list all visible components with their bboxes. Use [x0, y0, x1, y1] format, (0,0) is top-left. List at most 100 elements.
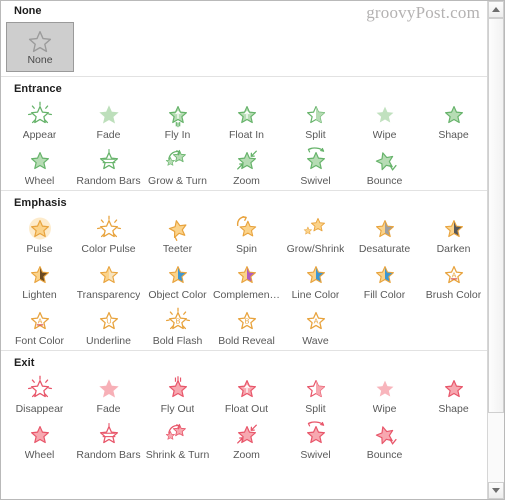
animation-item-underline[interactable]: U Underline	[74, 304, 143, 350]
animation-item-teeter[interactable]: Teeter	[143, 212, 212, 258]
animation-row: A Font Color U Underline B Bold Flash B Bold Re…	[1, 304, 488, 350]
animation-item-label: Zoom	[233, 449, 260, 461]
animation-item-random-bars[interactable]: Random Bars	[74, 418, 143, 464]
star-outline-icon	[437, 100, 471, 128]
animation-item-object-color[interactable]: Object Color	[143, 258, 212, 304]
star-split-icon	[299, 100, 333, 128]
animation-item-wheel[interactable]: Wheel	[5, 144, 74, 190]
animation-item-shape[interactable]: Shape	[419, 372, 488, 418]
star-wheel-icon	[23, 420, 57, 448]
scrollbar-track[interactable]	[488, 18, 504, 482]
star-letter-a-underline-icon: A	[437, 260, 471, 288]
animation-item-swivel[interactable]: Swivel	[281, 418, 350, 464]
star-letter-a-underline-icon: A	[23, 306, 57, 334]
animation-item-darken[interactable]: Darken	[419, 212, 488, 258]
star-glow-icon	[23, 214, 57, 242]
animation-item-appear[interactable]: Appear	[5, 98, 74, 144]
animation-item-label: Object Color	[148, 289, 207, 301]
animation-item-label: Fill Color	[363, 289, 406, 301]
scroll-down-arrow-icon	[492, 488, 500, 493]
none-button-label: None	[27, 53, 53, 66]
animation-item-label: Fade	[96, 403, 121, 415]
star-half-pale-icon	[92, 260, 126, 288]
gallery-scroll-pane[interactable]: groovyPost.com None None Entrance Appear F…	[1, 1, 488, 499]
animation-item-label: Shrink & Turn	[145, 449, 210, 461]
animation-item-color-pulse[interactable]: Color Pulse	[74, 212, 143, 258]
animation-item-shrink-turn[interactable]: Shrink & Turn	[143, 418, 212, 464]
star-swivel-icon	[299, 420, 333, 448]
animation-item-wipe[interactable]: Wipe	[350, 98, 419, 144]
animation-item-wheel[interactable]: Wheel	[5, 418, 74, 464]
star-wipe-icon	[368, 374, 402, 402]
animation-item-wave[interactable]: A Wave	[281, 304, 350, 350]
star-swivel-icon	[299, 146, 333, 174]
star-letter-a-icon: A	[299, 306, 333, 334]
animation-item-desaturate[interactable]: Desaturate	[350, 212, 419, 258]
animation-sections: Entrance Appear Fade Fly In Float In Split Wip…	[1, 77, 488, 464]
animation-item-label: Bounce	[366, 449, 403, 461]
scrollbar-thumb[interactable]	[488, 18, 504, 413]
animation-item-float-out[interactable]: Float Out	[212, 372, 281, 418]
star-half-lineblue-icon	[299, 260, 333, 288]
animation-item-bold-flash[interactable]: B Bold Flash	[143, 304, 212, 350]
animation-row: Pulse Color Pulse Teeter Spin Grow/Shrink Des…	[1, 212, 488, 258]
animation-item-split[interactable]: Split	[281, 98, 350, 144]
star-bounce-icon	[368, 420, 402, 448]
animation-item-split[interactable]: Split	[281, 372, 350, 418]
animation-item-zoom[interactable]: Zoom	[212, 144, 281, 190]
animation-item-font-color[interactable]: A Font Color	[5, 304, 74, 350]
star-wheel-icon	[23, 146, 57, 174]
scroll-down-button[interactable]	[488, 482, 504, 499]
animation-item-spin[interactable]: Spin	[212, 212, 281, 258]
animation-item-brush-color[interactable]: A Brush Color	[419, 258, 488, 304]
animation-item-bounce[interactable]: Bounce	[350, 418, 419, 464]
star-teeter-icon	[161, 214, 195, 242]
animation-item-label: Swivel	[300, 175, 331, 187]
animation-item-label: Line Color	[291, 289, 340, 301]
animation-item-wipe[interactable]: Wipe	[350, 372, 419, 418]
animation-item-label: Shape	[438, 129, 469, 141]
animation-item-transparency[interactable]: Transparency	[74, 258, 143, 304]
star-letter-u-icon: U	[92, 306, 126, 334]
animation-item-lighten[interactable]: Lighten	[5, 258, 74, 304]
animation-item-label: Lighten	[22, 289, 57, 301]
animation-item-bounce[interactable]: Bounce	[350, 144, 419, 190]
star-wipe-icon	[368, 100, 402, 128]
animation-item-label: Desaturate	[358, 243, 411, 255]
star-arrow-up-trail-icon	[161, 100, 195, 128]
animation-item-float-in[interactable]: Float In	[212, 98, 281, 144]
section-title-emphasis: Emphasis	[14, 197, 67, 209]
none-animation-button[interactable]: None	[6, 22, 74, 72]
animation-row: Lighten Transparency Object Color Complemen…	[1, 258, 488, 304]
animation-item-label: Fade	[96, 129, 121, 141]
animation-item-complemen[interactable]: Complemen…	[212, 258, 281, 304]
animation-item-pulse[interactable]: Pulse	[5, 212, 74, 258]
star-fade-icon	[92, 100, 126, 128]
animation-item-fly-in[interactable]: Fly In	[143, 98, 212, 144]
star-half-brown-icon	[23, 260, 57, 288]
animation-item-fade[interactable]: Fade	[74, 372, 143, 418]
animation-item-label: Random Bars	[76, 449, 141, 461]
watermark-text: groovyPost.com	[366, 3, 480, 22]
animation-item-fill-color[interactable]: Fill Color	[350, 258, 419, 304]
star-spin-icon	[230, 214, 264, 242]
animation-item-zoom[interactable]: Zoom	[212, 418, 281, 464]
animation-item-bold-reveal[interactable]: B Bold Reveal	[212, 304, 281, 350]
animation-item-label: Swivel	[300, 449, 331, 461]
animation-item-random-bars[interactable]: Random Bars	[74, 144, 143, 190]
animation-item-fly-out[interactable]: Fly Out	[143, 372, 212, 418]
scroll-up-button[interactable]	[488, 1, 504, 18]
section-emphasis: Emphasis Pulse Color Pulse Teeter Spin Grow/S…	[1, 190, 488, 350]
star-zoom-icon	[230, 146, 264, 174]
vertical-scrollbar[interactable]	[487, 1, 504, 499]
animation-item-disappear[interactable]: Disappear	[5, 372, 74, 418]
animation-item-grow-shrink[interactable]: Grow/Shrink	[281, 212, 350, 258]
star-arrow-up-icon	[230, 100, 264, 128]
animation-item-shape[interactable]: Shape	[419, 98, 488, 144]
animation-item-fade[interactable]: Fade	[74, 98, 143, 144]
scroll-up-arrow-icon	[492, 7, 500, 12]
animation-item-line-color[interactable]: Line Color	[281, 258, 350, 304]
animation-item-label: Transparency	[76, 289, 141, 301]
animation-item-swivel[interactable]: Swivel	[281, 144, 350, 190]
animation-item-grow-turn[interactable]: Grow & Turn	[143, 144, 212, 190]
